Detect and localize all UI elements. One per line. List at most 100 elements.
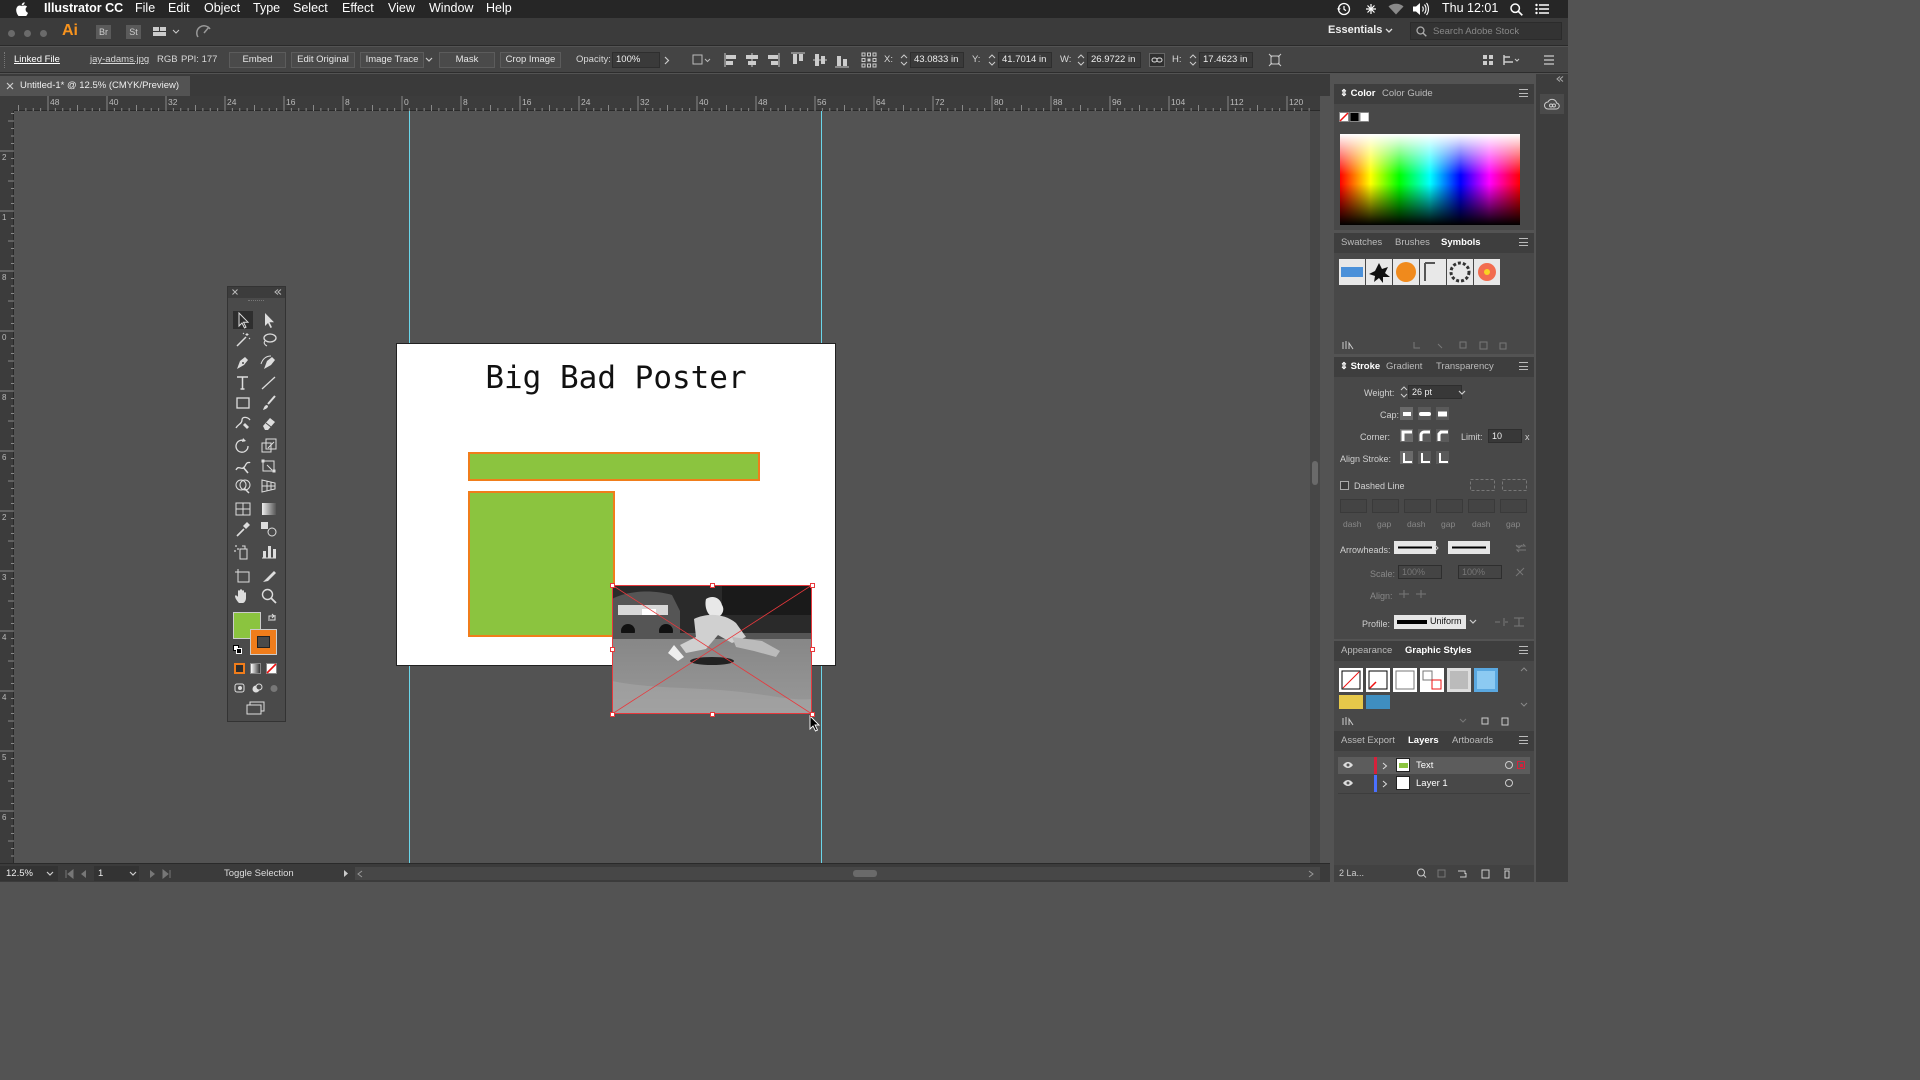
selection-tool[interactable]: [233, 311, 253, 329]
workspace-switcher[interactable]: Essentials: [1328, 24, 1382, 36]
align-stroke-buttons-icon[interactable]: [1400, 451, 1450, 465]
zoom-tool[interactable]: [259, 587, 279, 605]
free-transform-tool[interactable]: [259, 457, 279, 475]
pen-tool[interactable]: [233, 354, 253, 372]
warp-tool[interactable]: [233, 457, 253, 475]
selection-handle[interactable]: [609, 582, 615, 588]
rectangle-tool[interactable]: [233, 394, 253, 412]
expand-panels-icon[interactable]: [1556, 76, 1564, 82]
layer-target-icon[interactable]: [1505, 761, 1513, 769]
edit-original-button[interactable]: Edit Original: [291, 52, 355, 68]
tools-panel-grip[interactable]: [248, 300, 264, 301]
tab-artboards[interactable]: Artboards: [1452, 735, 1493, 746]
paintbrush-tool[interactable]: [259, 394, 279, 412]
profile-dropdown-icon[interactable]: [1469, 619, 1477, 625]
corner-buttons-icon[interactable]: [1400, 429, 1450, 443]
artboard-dropdown-icon[interactable]: [129, 871, 137, 877]
align-buttons-icon[interactable]: [724, 52, 850, 68]
stroke-color-swatch[interactable]: [250, 629, 277, 655]
transform-again-icon[interactable]: [1268, 53, 1282, 67]
time-machine-icon[interactable]: [1336, 2, 1351, 16]
flip-profile-icons[interactable]: [1494, 616, 1526, 628]
arrowhead-selectors[interactable]: [1394, 541, 1524, 555]
symbols-panel-footer-icons[interactable]: [1342, 340, 1532, 350]
layers-empty-area[interactable]: [1338, 793, 1530, 865]
graphic-style-thumbnails[interactable]: [1339, 668, 1511, 710]
status-selection-tool[interactable]: Toggle Selection: [224, 868, 294, 879]
arrange-documents-icon[interactable]: [153, 26, 181, 38]
volume-icon[interactable]: [1412, 2, 1430, 16]
blend-tool[interactable]: [259, 520, 279, 538]
selection-handle[interactable]: [609, 647, 615, 652]
next-last-artboard-icons[interactable]: [144, 869, 172, 879]
swap-arrowheads-icon[interactable]: [1515, 543, 1527, 553]
expand-layer-icon[interactable]: [1382, 762, 1388, 770]
first-previous-artboard-icons[interactable]: [64, 869, 92, 879]
tab-brushes[interactable]: Brushes: [1395, 237, 1430, 248]
scroll-left-icon[interactable]: [357, 870, 363, 878]
layer-row-text[interactable]: Text: [1338, 757, 1530, 774]
symbol-thumbnails[interactable]: [1339, 259, 1502, 286]
w-field[interactable]: 26.9722 in: [1087, 52, 1141, 68]
document-tab[interactable]: Untitled-1* @ 12.5% (CMYK/Preview): [0, 76, 190, 96]
chevron-down-icon[interactable]: [1385, 28, 1393, 34]
libraries-panel-button[interactable]: [1540, 94, 1564, 114]
graphic-styles-footer-icons[interactable]: [1342, 716, 1532, 726]
layers-footer-icons[interactable]: [1416, 868, 1528, 879]
stroke-panel-menu-icon[interactable]: [1519, 362, 1528, 370]
tools-panel-header[interactable]: [228, 287, 285, 298]
artboard-tool[interactable]: [233, 567, 253, 585]
horizontal-scrollbar-thumb[interactable]: [853, 870, 877, 877]
tab-appearance[interactable]: Appearance: [1341, 645, 1392, 656]
horizontal-scrollbar[interactable]: [355, 867, 1320, 880]
tab-swatches[interactable]: Swatches: [1341, 237, 1382, 248]
placed-image-jay-adams[interactable]: [612, 585, 812, 714]
control-bar-grip[interactable]: [4, 52, 6, 68]
y-stepper-icon[interactable]: [988, 53, 996, 67]
weight-field[interactable]: 26 pt: [1408, 385, 1462, 399]
layers-panel-menu-icon[interactable]: [1519, 736, 1528, 744]
menu-file[interactable]: File: [135, 1, 155, 15]
dashed-line-checkbox[interactable]: [1340, 481, 1349, 490]
tab-gradient[interactable]: Gradient: [1386, 361, 1422, 372]
slice-tool[interactable]: [259, 567, 279, 585]
layer-selection-square[interactable]: [1517, 761, 1525, 769]
poster-title[interactable]: Big Bad Poster: [397, 360, 835, 396]
draw-inside-icon[interactable]: [268, 683, 280, 694]
app-name-menu[interactable]: Illustrator CC: [44, 1, 123, 15]
tab-color[interactable]: ⇕ Color: [1340, 88, 1375, 99]
change-screen-mode-icon[interactable]: [246, 701, 266, 715]
gradient-tool[interactable]: [259, 500, 279, 518]
weight-stepper-icon[interactable]: [1400, 385, 1408, 399]
perspective-grid-tool[interactable]: [259, 477, 279, 495]
selection-handle[interactable]: [709, 582, 715, 588]
graphic-styles-scrollbar[interactable]: [1520, 667, 1528, 707]
dash-alignment-icons[interactable]: [1470, 479, 1528, 491]
opacity-expand-icon[interactable]: [664, 56, 670, 65]
layer-name[interactable]: Text: [1416, 760, 1433, 771]
selection-handle[interactable]: [709, 711, 715, 717]
color-panel-menu-icon[interactable]: [1519, 89, 1528, 97]
tab-graphic-styles[interactable]: Graphic Styles: [1405, 645, 1472, 656]
color-mode-button[interactable]: [234, 663, 245, 674]
arrange-icon[interactable]: [1502, 53, 1520, 67]
window-minimize-button[interactable]: [24, 30, 31, 37]
canvas-area[interactable]: Big Bad Poster: [14, 111, 1320, 863]
vertical-scrollbar-thumb[interactable]: [1312, 461, 1318, 485]
shaper-tool[interactable]: [233, 414, 253, 432]
h-stepper-icon[interactable]: [1189, 53, 1197, 67]
isolate-icon[interactable]: [1481, 53, 1495, 67]
menu-type[interactable]: Type: [253, 1, 280, 15]
image-trace-chevron-icon[interactable]: [425, 57, 433, 63]
menu-window[interactable]: Window: [429, 1, 473, 15]
tab-layers[interactable]: Layers: [1408, 735, 1439, 746]
column-graph-tool[interactable]: [259, 543, 279, 561]
menu-view[interactable]: View: [388, 1, 415, 15]
horizontal-ruler[interactable]: 48 40 32 24 16 8 0 8 16 24 32 40 48 56 64 72 80 88 96 104 11…: [14, 96, 1320, 111]
shape-builder-tool[interactable]: [233, 477, 253, 495]
layer-row-layer-1[interactable]: Layer 1: [1338, 775, 1530, 792]
visibility-eye-icon[interactable]: [1342, 761, 1354, 769]
cap-buttons-icon[interactable]: [1400, 407, 1450, 421]
ruler-origin[interactable]: [0, 96, 14, 111]
symbol-sprayer-tool[interactable]: [233, 543, 253, 561]
